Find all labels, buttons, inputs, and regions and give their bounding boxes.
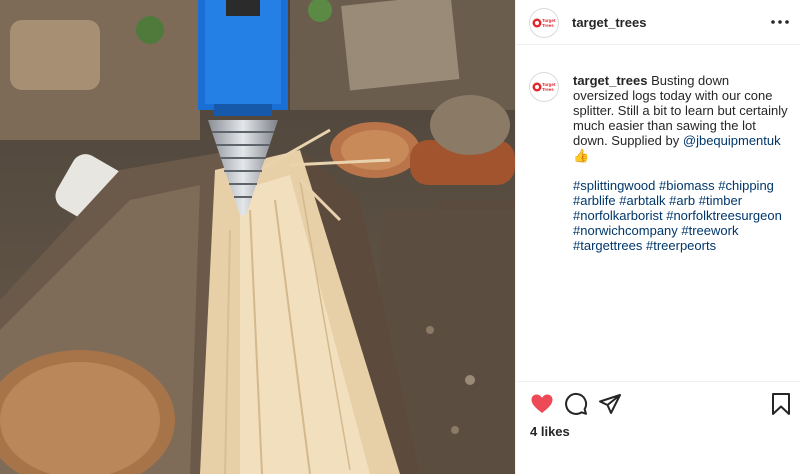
thumbs-up-emoji: 👍 [573,148,590,163]
post-panel: Target Trees target_trees Target Trees t… [515,0,800,474]
bookmark-icon[interactable] [769,392,793,416]
post-header: Target Trees target_trees [516,0,800,45]
profile-avatar[interactable]: Target Trees [529,8,559,38]
avatar-logo-text-4: Trees [542,87,554,92]
header-username[interactable]: target_trees [572,15,646,30]
likes-count[interactable]: 4 likes [530,424,570,439]
post-photo[interactable] [0,0,515,474]
caption-avatar[interactable]: Target Trees [529,72,559,102]
mention-link[interactable]: @jbequipmentuk [683,133,781,148]
heart-icon[interactable] [530,392,554,416]
share-icon[interactable] [598,392,622,416]
caption-text: target_trees Busting down oversized logs… [573,73,788,253]
log-splitter-photo [0,0,515,474]
hashtag-links[interactable]: #splittingwood #biomass #chipping #arbli… [573,178,782,253]
more-dots-icon[interactable] [769,11,791,33]
caption-area: Target Trees target_trees Busting down o… [516,60,800,380]
hashtags: #splittingwood #biomass #chipping #arbli… [573,178,788,253]
caption-username[interactable]: target_trees [573,73,647,88]
comment-icon[interactable] [564,392,588,416]
action-bar: 4 likes [516,381,800,474]
avatar-logo-text-2: Trees [542,23,554,28]
